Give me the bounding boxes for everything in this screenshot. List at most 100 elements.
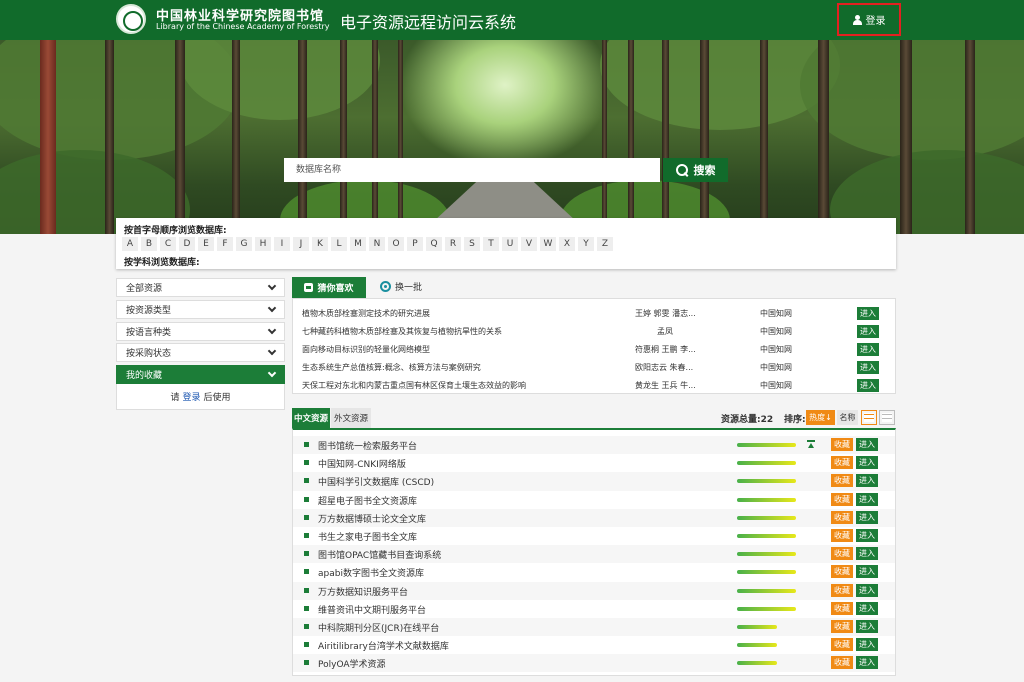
resource-name-link[interactable]: 中国知网-CNKI网络版 [318, 457, 406, 470]
enter-button[interactable]: 进入 [856, 510, 878, 524]
favorite-button[interactable]: 收藏 [831, 547, 853, 561]
enter-button[interactable]: 进入 [856, 474, 878, 488]
sidebar-item-purchase-status[interactable]: 按采购状态 [116, 343, 285, 363]
resource-name-link[interactable]: 图书馆OPAC馆藏书目查询系统 [318, 548, 441, 561]
favorite-button[interactable]: 收藏 [831, 583, 853, 597]
favorites-login-link[interactable]: 登录 [182, 390, 200, 403]
popularity-bar [737, 643, 777, 648]
enter-button[interactable]: 进入 [856, 583, 878, 597]
letter-k[interactable]: K [312, 237, 328, 251]
enter-button[interactable]: 进入 [856, 619, 878, 633]
enter-button[interactable]: 进入 [856, 547, 878, 561]
letter-b[interactable]: B [141, 237, 157, 251]
detail-view-icon[interactable] [879, 410, 895, 425]
article-title-link[interactable]: 植物木质部栓塞测定技术的研究进展 [302, 308, 430, 319]
letter-s[interactable]: S [464, 237, 480, 251]
library-name-en[interactable]: Library of the Chinese Academy of Forest… [156, 22, 329, 31]
letter-r[interactable]: R [445, 237, 461, 251]
favorite-button[interactable]: 收藏 [831, 565, 853, 579]
resource-name-link[interactable]: 中科院期刊分区(JCR)在线平台 [318, 621, 439, 634]
letter-h[interactable]: H [255, 237, 271, 251]
favorite-button[interactable]: 收藏 [831, 438, 853, 451]
sort-by-name-button[interactable]: 名称 [837, 410, 858, 425]
subject-browse-title[interactable]: 按学科浏览数据库: [124, 255, 200, 268]
letter-w[interactable]: W [540, 237, 556, 251]
resource-name-link[interactable]: 超星电子图书全文资源库 [318, 494, 417, 507]
letter-n[interactable]: N [369, 237, 385, 251]
enter-button[interactable]: 进入 [856, 492, 878, 506]
letter-l[interactable]: L [331, 237, 347, 251]
letter-d[interactable]: D [179, 237, 195, 251]
letter-a[interactable]: A [122, 237, 138, 251]
sidebar-item-resource-type[interactable]: 按资源类型 [116, 299, 285, 319]
enter-button[interactable]: 进入 [857, 307, 879, 320]
letter-e[interactable]: E [198, 237, 214, 251]
letter-z[interactable]: Z [597, 237, 613, 251]
letter-g[interactable]: G [236, 237, 252, 251]
tab-recommend[interactable]: 猜你喜欢 [292, 277, 366, 298]
resource-name-link[interactable]: Airitilibrary台湾学术文献数据库 [318, 639, 449, 652]
letter-f[interactable]: F [217, 237, 233, 251]
favorite-button[interactable]: 收藏 [831, 456, 853, 470]
resource-name-link[interactable]: 万方数据博硕士论文全文库 [318, 512, 426, 525]
enter-button[interactable]: 进入 [856, 656, 878, 670]
letter-p[interactable]: P [407, 237, 423, 251]
favorite-button[interactable]: 收藏 [831, 656, 853, 670]
letter-i[interactable]: I [274, 237, 290, 251]
enter-button[interactable]: 进入 [856, 565, 878, 579]
letter-t[interactable]: T [483, 237, 499, 251]
letter-o[interactable]: O [388, 237, 404, 251]
letter-c[interactable]: C [160, 237, 176, 251]
article-title-link[interactable]: 生态系统生产总值核算:概念、核算方法与案例研究 [302, 362, 481, 373]
library-seal-logo[interactable] [116, 4, 146, 34]
search-button[interactable]: 搜索 [663, 158, 728, 182]
sort-label: 排序: [784, 415, 806, 425]
resource-name-link[interactable]: 维普资讯中文期刊服务平台 [318, 603, 426, 616]
letter-j[interactable]: J [293, 237, 309, 251]
favorite-button[interactable]: 收藏 [831, 619, 853, 633]
enter-button[interactable]: 进入 [857, 361, 879, 374]
article-title-link[interactable]: 七种藏药科植物木质部栓塞及其恢复与植物抗旱性的关系 [302, 326, 502, 337]
favorite-button[interactable]: 收藏 [831, 638, 853, 652]
resource-name-link[interactable]: 万方数据知识服务平台 [318, 585, 408, 598]
letter-y[interactable]: Y [578, 237, 594, 251]
letter-x[interactable]: X [559, 237, 575, 251]
article-title-link[interactable]: 天保工程对东北和内蒙古重点国有林区保育土壤生态效益的影响 [302, 380, 526, 391]
letter-v[interactable]: V [521, 237, 537, 251]
enter-button[interactable]: 进入 [857, 379, 879, 392]
letter-q[interactable]: Q [426, 237, 442, 251]
resource-name-link[interactable]: apabi数字图书全文资源库 [318, 566, 424, 579]
enter-button[interactable]: 进入 [856, 456, 878, 470]
enter-button[interactable]: 进入 [856, 601, 878, 615]
login-button[interactable]: 登录 [837, 3, 901, 36]
sidebar-item-all-resources[interactable]: 全部资源 [116, 278, 285, 297]
enter-button[interactable]: 进入 [857, 343, 879, 356]
resource-name-link[interactable]: 图书馆统一检索服务平台 [318, 439, 417, 452]
favorite-button[interactable]: 收藏 [831, 601, 853, 615]
resource-name-link[interactable]: PolyOA学术资源 [318, 657, 386, 670]
sort-by-popularity-button[interactable]: 热度↓ [806, 410, 835, 425]
article-title-link[interactable]: 面向移动目标识别的轻量化网络模型 [302, 344, 430, 355]
recommend-row: 生态系统生产总值核算:概念、核算方法与案例研究 欧阳志云 朱春... 中国知网 … [293, 359, 895, 377]
resource-name-link[interactable]: 书生之家电子图书全文库 [318, 530, 417, 543]
sidebar-item-language[interactable]: 按语言种类 [116, 321, 285, 341]
enter-button[interactable]: 进入 [857, 325, 879, 338]
list-view-icon[interactable] [861, 410, 877, 425]
sidebar-item-my-favorites[interactable]: 我的收藏 [116, 365, 285, 385]
favorite-button[interactable]: 收藏 [831, 492, 853, 506]
enter-button[interactable]: 进入 [856, 638, 878, 652]
refresh-batch-button[interactable]: 换一批 [380, 280, 422, 293]
letter-m[interactable]: M [350, 237, 366, 251]
tab-chinese-resources[interactable]: 中文资源 [292, 408, 330, 428]
favorite-button[interactable]: 收藏 [831, 510, 853, 524]
resource-name-link[interactable]: 中国科学引文数据库 (CSCD) [318, 475, 434, 488]
favorite-button[interactable]: 收藏 [831, 528, 853, 542]
letter-u[interactable]: U [502, 237, 518, 251]
enter-button[interactable]: 进入 [856, 528, 878, 542]
tab-foreign-resources[interactable]: 外文资源 [331, 408, 371, 428]
search-input[interactable] [284, 158, 660, 182]
pin-top-icon[interactable] [807, 440, 815, 449]
popularity-bar [737, 533, 796, 538]
favorite-button[interactable]: 收藏 [831, 474, 853, 488]
enter-button[interactable]: 进入 [856, 438, 878, 451]
